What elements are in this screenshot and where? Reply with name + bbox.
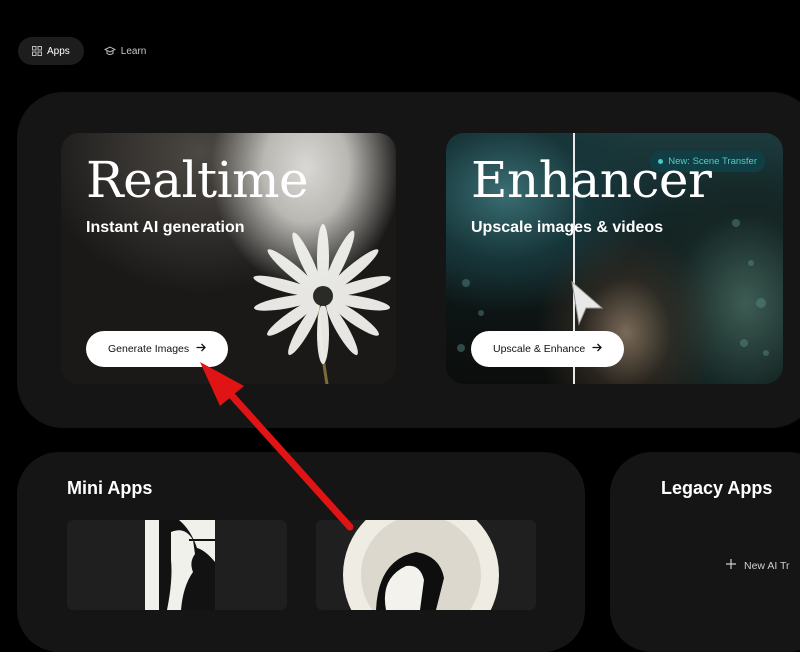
new-ai-item-label: New AI Tr bbox=[744, 559, 790, 572]
realtime-card[interactable]: Realtime Instant AI generation Generate … bbox=[61, 133, 396, 384]
profile-silhouette-image bbox=[145, 520, 215, 610]
generate-images-label: Generate Images bbox=[108, 343, 190, 355]
top-nav: Apps Learn bbox=[18, 37, 160, 65]
tab-learn[interactable]: Learn bbox=[90, 37, 161, 65]
legacy-apps-title: Legacy Apps bbox=[661, 478, 773, 498]
tab-learn-label: Learn bbox=[120, 45, 147, 57]
realtime-title: Realtime bbox=[86, 151, 309, 209]
arrow-right-icon bbox=[592, 343, 603, 355]
arrow-right-icon bbox=[196, 343, 207, 355]
tab-apps[interactable]: Apps bbox=[18, 37, 84, 65]
upscale-enhance-label: Upscale & Enhance bbox=[493, 343, 586, 355]
graduation-cap-icon bbox=[103, 46, 116, 56]
plus-icon bbox=[726, 559, 736, 572]
enhancer-card[interactable]: New: Scene Transfer Enhancer Upscale ima… bbox=[446, 133, 783, 384]
hat-portrait-image bbox=[343, 520, 499, 610]
mini-apps-title: Mini Apps bbox=[67, 478, 153, 498]
mini-app-thumbnail[interactable] bbox=[316, 520, 536, 610]
upscale-enhance-button[interactable]: Upscale & Enhance bbox=[471, 331, 625, 367]
generate-images-button[interactable]: Generate Images bbox=[86, 331, 229, 367]
enhancer-title: Enhancer bbox=[471, 151, 712, 209]
realtime-subtitle: Instant AI generation bbox=[86, 219, 245, 236]
enhancer-subtitle: Upscale images & videos bbox=[471, 219, 664, 236]
mini-app-thumbnail[interactable] bbox=[67, 520, 287, 610]
new-ai-item[interactable]: New AI Tr bbox=[726, 559, 790, 572]
grid-icon bbox=[32, 46, 42, 56]
cursor-pointer-icon bbox=[566, 278, 606, 333]
tab-apps-label: Apps bbox=[47, 45, 70, 57]
